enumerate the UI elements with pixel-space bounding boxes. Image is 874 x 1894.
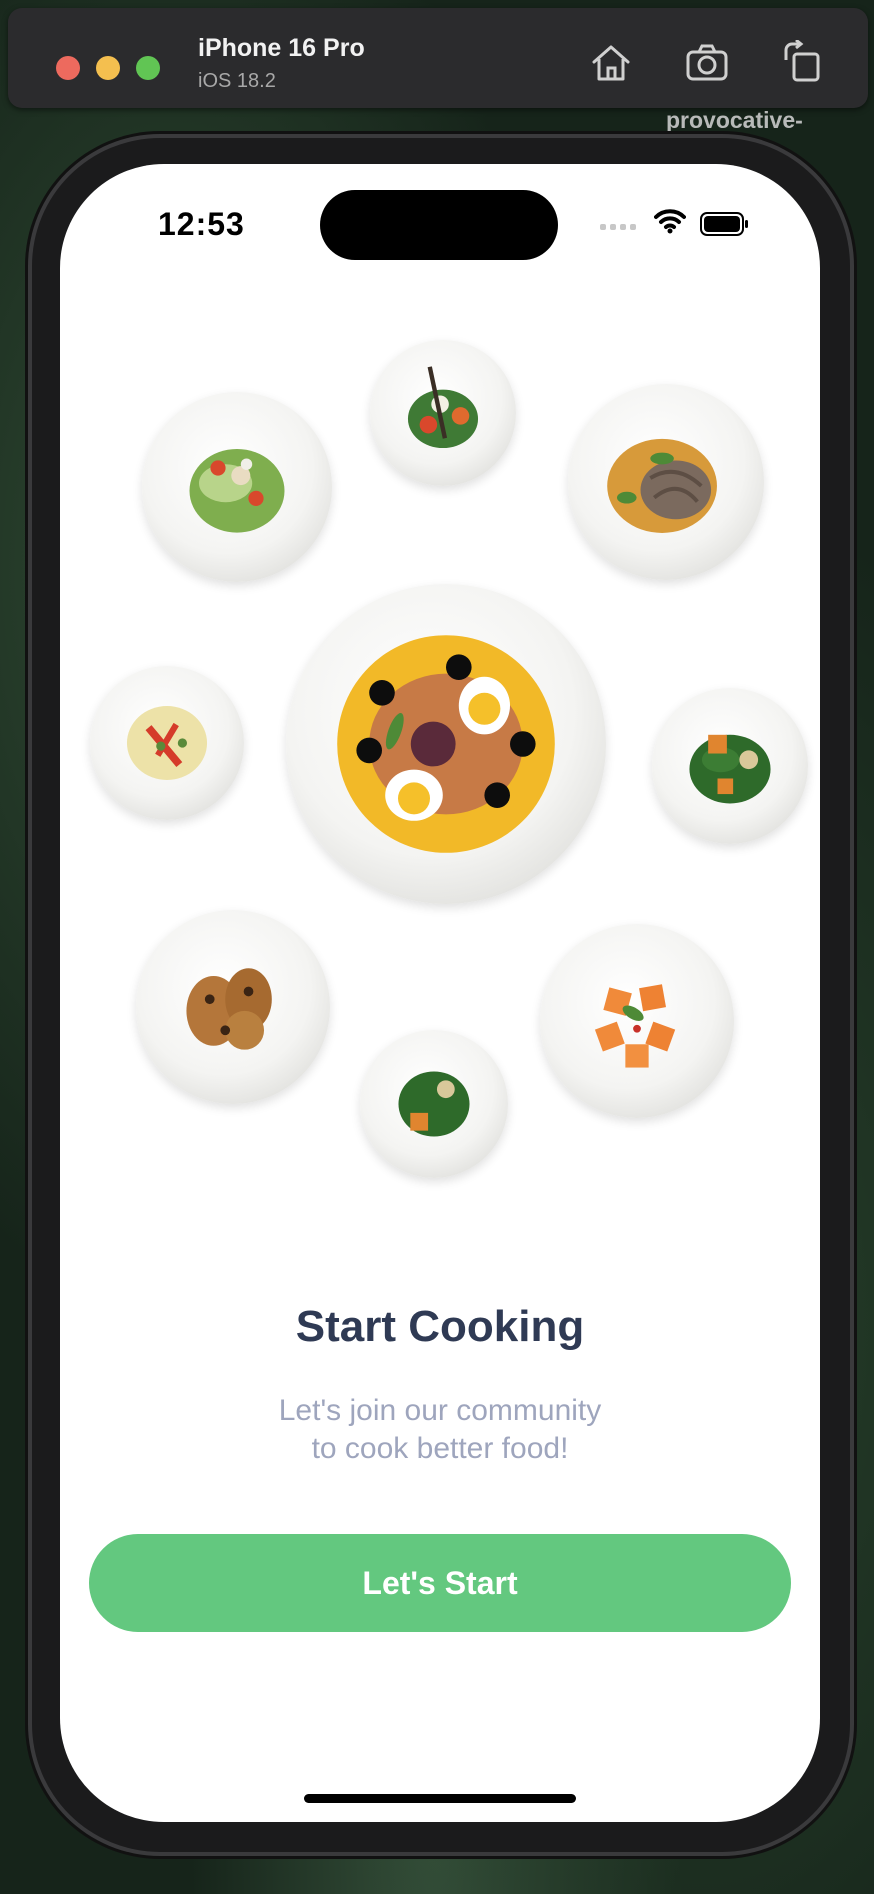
home-indicator[interactable] — [304, 1794, 576, 1803]
home-icon[interactable] — [588, 40, 634, 86]
os-version: iOS 18.2 — [198, 70, 276, 92]
dish-vegetable-bowl-small — [370, 340, 516, 486]
close-window-button[interactable] — [56, 56, 80, 80]
subtitle-line-2: to cook better food! — [311, 1432, 569, 1465]
subtitle-line-1: Let's join our community — [278, 1394, 602, 1427]
dish-melon-bowl — [540, 924, 734, 1118]
status-time: 12:53 — [158, 206, 245, 242]
device-name: iPhone 16 Pro — [198, 34, 365, 62]
dish-greens-bowl-bottom — [360, 1030, 508, 1178]
dish-greens-bowl-right — [652, 688, 808, 844]
onboarding-title: Start Cooking — [295, 1302, 585, 1351]
dish-salad-plate — [142, 392, 332, 582]
dynamic-island — [320, 190, 558, 260]
battery-icon — [700, 212, 748, 236]
cellular-signal-icon — [600, 224, 636, 230]
simulator-title-bar: iPhone 16 Pro iOS 18.2 — [8, 8, 868, 108]
dish-fried-chicken-plate — [136, 910, 330, 1104]
zoom-window-button[interactable] — [136, 56, 160, 80]
dish-pasta-bowl — [90, 666, 244, 820]
app-screen: 12:53 Start Cooking Let's join our commu… — [60, 164, 820, 1822]
minimize-window-button[interactable] — [96, 56, 120, 80]
rotate-icon[interactable] — [780, 40, 826, 86]
onboarding-subtitle: Let's join our community to cook better … — [60, 1392, 820, 1468]
dish-noodle-bowl — [568, 384, 764, 580]
lets-start-button[interactable]: Let's Start — [89, 1534, 791, 1632]
screenshot-icon[interactable] — [684, 40, 730, 86]
dish-egg-plate-large — [286, 584, 606, 904]
wifi-icon — [654, 209, 686, 234]
